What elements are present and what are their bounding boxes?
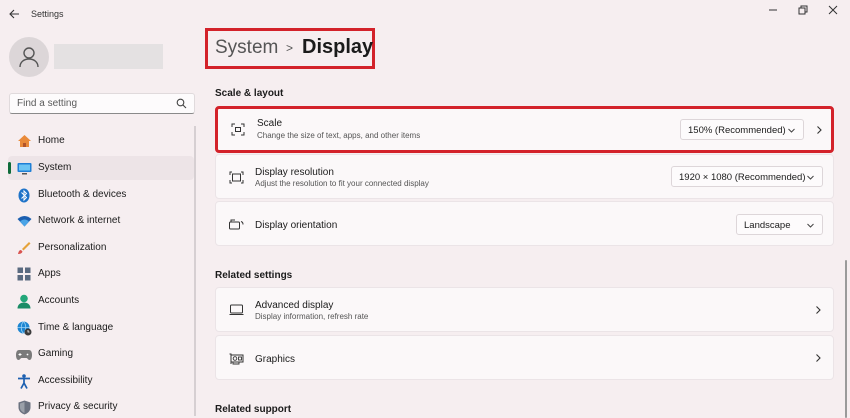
monitor-icon [228, 302, 244, 318]
display-resolution-subtitle: Adjust the resolution to fit your connec… [255, 179, 429, 188]
bluetooth-icon [16, 187, 32, 203]
sidebar-scrollbar[interactable] [194, 126, 196, 416]
sidebar-item-label: Privacy & security [38, 401, 118, 412]
sidebar-item-label: Personalization [38, 242, 107, 253]
display-resolution-title: Display resolution [255, 167, 334, 178]
resolution-dropdown-value: 1920 × 1080 (Recommended) [679, 172, 806, 183]
sidebar-item-bluetooth[interactable]: Bluetooth & devices [8, 183, 194, 207]
sidebar-item-label: Accessibility [38, 375, 93, 386]
person-icon [16, 293, 32, 309]
scale-card[interactable]: Scale Change the size of text, apps, and… [215, 106, 834, 153]
minimize-icon [769, 9, 777, 11]
display-resolution-card: Display resolution Adjust the resolution… [215, 154, 834, 199]
resolution-dropdown[interactable]: 1920 × 1080 (Recommended) [671, 166, 823, 187]
active-indicator [8, 162, 11, 174]
accessibility-icon [16, 373, 32, 389]
section-title-related-settings: Related settings [215, 270, 293, 281]
back-arrow-icon [8, 9, 19, 19]
graphics-card-icon [228, 351, 244, 367]
wifi-icon [16, 213, 32, 229]
sidebar-item-label: Time & language [38, 322, 114, 333]
scale-icon [230, 121, 246, 137]
gamepad-icon [16, 346, 32, 362]
sidebar-item-gaming[interactable]: Gaming [8, 342, 194, 366]
breadcrumb-parent[interactable]: System [215, 37, 278, 59]
sidebar-item-label: Accounts [38, 295, 80, 306]
sidebar-item-personalization[interactable]: Personalization [8, 236, 194, 260]
scale-dropdown-value: 150% (Recommended) [688, 125, 786, 136]
sidebar-item-privacy-security[interactable]: Privacy & security [8, 395, 194, 418]
sidebar-item-label: Network & internet [38, 215, 121, 226]
user-icon [19, 47, 39, 68]
apps-icon [16, 266, 32, 282]
sidebar-item-label: Home [38, 135, 65, 146]
scale-title: Scale [257, 118, 283, 129]
sidebar-item-label: System [38, 162, 72, 173]
chevron-down-icon [807, 223, 814, 228]
sidebar-item-accessibility[interactable]: Accessibility [8, 369, 194, 393]
chevron-down-icon [788, 128, 795, 133]
sidebar-item-system[interactable]: System [8, 156, 194, 180]
main-scrollbar[interactable] [845, 260, 847, 418]
shield-icon [16, 399, 32, 415]
page-title: Display [302, 36, 374, 58]
scale-dropdown[interactable]: 150% (Recommended) [680, 119, 804, 140]
restore-icon [798, 5, 808, 15]
back-button[interactable] [6, 6, 22, 22]
search-box[interactable] [9, 93, 195, 114]
display-orientation-card: Display orientation Landscape [215, 201, 834, 246]
brush-icon [16, 240, 32, 256]
graphics-card[interactable]: Graphics [215, 335, 834, 380]
avatar[interactable] [9, 37, 49, 77]
orientation-dropdown[interactable]: Landscape [736, 214, 823, 235]
restore-button[interactable] [791, 2, 815, 18]
display-orientation-title: Display orientation [255, 220, 338, 231]
breadcrumb: System > Display [205, 28, 375, 69]
chevron-down-icon [807, 175, 814, 180]
chevron-right-icon [816, 354, 821, 362]
sidebar: Home System Bluetooth & devices Network … [0, 28, 196, 418]
advanced-display-title: Advanced display [255, 300, 334, 311]
app-title: Settings [31, 9, 64, 19]
breadcrumb-separator: > [286, 41, 294, 55]
account-name-redacted [54, 44, 163, 69]
sidebar-item-accounts[interactable]: Accounts [8, 289, 194, 313]
chevron-right-icon [816, 306, 821, 314]
sidebar-item-label: Apps [38, 268, 61, 279]
sidebar-item-home[interactable]: Home [8, 129, 194, 153]
graphics-title: Graphics [255, 354, 296, 365]
resolution-icon [228, 169, 244, 185]
sidebar-item-label: Bluetooth & devices [38, 189, 127, 200]
section-title-scale-layout: Scale & layout [215, 88, 284, 99]
home-icon [16, 133, 32, 149]
sidebar-item-network[interactable]: Network & internet [8, 209, 194, 233]
monitor-icon [16, 160, 32, 176]
advanced-display-subtitle: Display information, refresh rate [255, 312, 369, 321]
sidebar-item-label: Gaming [38, 348, 74, 359]
close-icon [828, 5, 838, 15]
search-input[interactable] [17, 96, 177, 111]
chevron-right-icon [817, 126, 822, 134]
orientation-dropdown-value: Landscape [744, 220, 791, 231]
section-title-related-support: Related support [215, 404, 292, 415]
orientation-icon [228, 217, 244, 233]
globe-clock-icon [16, 320, 32, 336]
title-bar: Settings [0, 0, 850, 28]
scale-subtitle: Change the size of text, apps, and other… [257, 131, 421, 140]
sidebar-item-time-language[interactable]: Time & language [8, 316, 194, 340]
sidebar-item-apps[interactable]: Apps [8, 262, 194, 286]
close-button[interactable] [821, 2, 845, 18]
advanced-display-card[interactable]: Advanced display Display information, re… [215, 287, 834, 332]
search-icon [176, 98, 187, 109]
minimize-button[interactable] [761, 2, 785, 18]
